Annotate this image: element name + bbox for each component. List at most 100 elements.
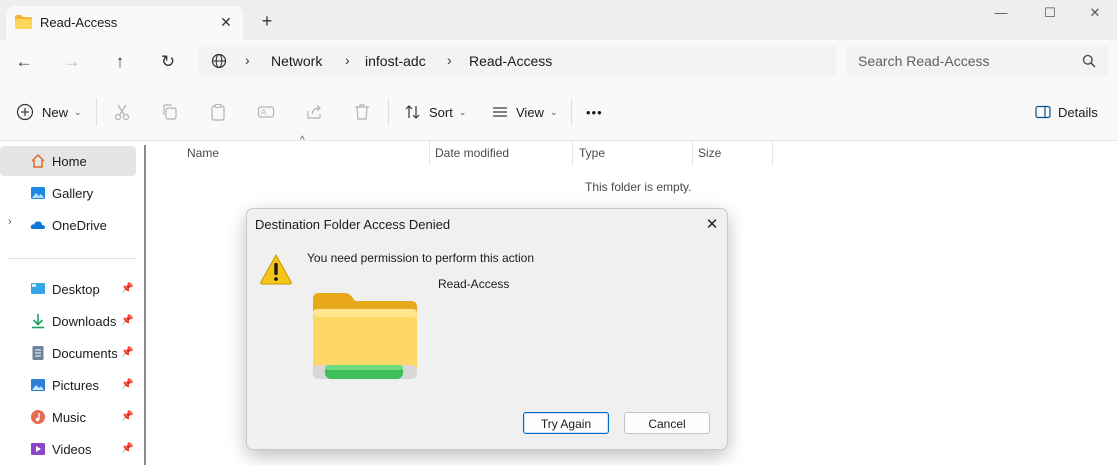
sidebar-item-home[interactable]: Home xyxy=(0,146,136,176)
toolbar-divider xyxy=(96,98,97,126)
documents-icon xyxy=(32,346,44,360)
sidebar-divider xyxy=(8,258,136,259)
column-header-date-modified[interactable]: Date modified xyxy=(429,141,572,165)
back-button[interactable]: ← xyxy=(10,49,38,75)
column-header-type[interactable]: Type xyxy=(572,141,692,165)
onedrive-icon xyxy=(30,221,45,229)
command-bar: New ⌄ A Sort ⌄ View ⌄ ••• Details xyxy=(0,84,1117,141)
sidebar-scrollbar[interactable] xyxy=(144,145,146,465)
details-button[interactable]: Details xyxy=(1034,98,1098,126)
more-options-button[interactable]: ••• xyxy=(586,98,603,126)
dialog-title: Destination Folder Access Denied xyxy=(255,217,451,232)
search-input[interactable] xyxy=(858,51,1068,71)
minimize-button[interactable]: — xyxy=(978,2,1024,24)
copy-button[interactable] xyxy=(161,98,179,126)
search-icon[interactable] xyxy=(1082,54,1096,68)
pin-icon: 📌 xyxy=(121,347,134,358)
sidebar-item-label: Videos xyxy=(52,442,92,457)
toolbar-divider xyxy=(571,98,572,126)
sort-label: Sort xyxy=(429,104,453,120)
sort-icon xyxy=(405,105,420,119)
videos-icon xyxy=(31,443,45,455)
sort-button[interactable]: Sort ⌄ xyxy=(404,98,466,126)
dialog-close-button[interactable]: ✕ xyxy=(701,215,723,235)
breadcrumb-read-access[interactable]: Read-Access xyxy=(469,53,552,69)
dialog-message: You need permission to perform this acti… xyxy=(307,251,535,265)
share-button[interactable] xyxy=(305,98,323,126)
sidebar-item-pictures[interactable]: Pictures 📌 xyxy=(0,370,136,400)
access-denied-dialog: Destination Folder Access Denied ✕ You n… xyxy=(246,208,728,450)
address-bar[interactable]: › Network › infost-adc › Read-Access xyxy=(199,45,836,77)
rename-button[interactable]: A xyxy=(257,98,275,126)
navigation-pane: Home Gallery › OneDrive Desktop 📌 Downlo… xyxy=(0,141,146,465)
warning-icon xyxy=(260,253,292,285)
network-folder-icon xyxy=(313,293,417,379)
pin-icon: 📌 xyxy=(121,283,134,294)
column-header-label: Name xyxy=(187,146,220,160)
sidebar-item-music[interactable]: Music 📌 xyxy=(0,402,136,432)
sidebar-item-gallery[interactable]: Gallery xyxy=(0,178,136,208)
view-icon xyxy=(493,107,507,117)
breadcrumb-infost-adc[interactable]: infost-adc xyxy=(365,53,426,69)
forward-button[interactable]: → xyxy=(58,49,86,75)
view-label: View xyxy=(516,104,544,120)
sidebar-item-label: Downloads xyxy=(52,314,117,329)
breadcrumb-separator[interactable]: › xyxy=(245,52,250,68)
new-button[interactable]: New ⌄ xyxy=(16,98,82,126)
maximize-button[interactable]: ☐ xyxy=(1027,2,1073,24)
breadcrumb-separator[interactable]: › xyxy=(345,52,350,68)
search-box xyxy=(846,45,1108,77)
column-header-label: Size xyxy=(698,146,722,160)
sidebar-item-documents[interactable]: Documents 📌 xyxy=(0,338,136,368)
network-globe-icon xyxy=(211,53,227,69)
pin-icon: 📌 xyxy=(121,443,134,454)
chevron-down-icon: ⌄ xyxy=(549,106,558,117)
delete-button[interactable] xyxy=(353,98,371,126)
sidebar-item-label: Pictures xyxy=(52,378,99,393)
tab-read-access[interactable]: Read-Access ✕ xyxy=(6,6,243,40)
column-header-name[interactable]: Name xyxy=(179,141,429,165)
try-again-button[interactable]: Try Again xyxy=(523,412,609,434)
cancel-button[interactable]: Cancel xyxy=(624,412,710,434)
empty-folder-message: This folder is empty. xyxy=(585,180,692,194)
scissors-icon xyxy=(114,104,130,121)
sidebar-item-label: Desktop xyxy=(52,282,100,297)
copy-icon xyxy=(163,104,177,120)
home-icon xyxy=(31,153,45,168)
refresh-button[interactable]: ↻ xyxy=(154,49,182,75)
details-pane-icon xyxy=(1035,105,1051,119)
up-button[interactable]: ↑ xyxy=(106,49,134,75)
sidebar-item-label: OneDrive xyxy=(52,218,107,233)
folder-icon xyxy=(15,15,32,29)
sidebar-item-downloads[interactable]: Downloads 📌 xyxy=(0,306,136,336)
sidebar-item-label: Home xyxy=(52,154,87,169)
pin-icon: 📌 xyxy=(121,379,134,390)
cut-button[interactable] xyxy=(113,98,131,126)
navigation-bar: ← → ↑ ↻ › Network › infost-adc › Read-Ac… xyxy=(0,40,1117,84)
window-close-button[interactable]: ✕ xyxy=(1072,2,1117,24)
expand-chevron-icon[interactable]: › xyxy=(8,216,12,228)
breadcrumb-network[interactable]: Network xyxy=(271,53,322,69)
dialog-folder-name: Read-Access xyxy=(438,277,510,291)
column-header-label: Type xyxy=(579,146,606,160)
tab-title: Read-Access xyxy=(40,15,118,30)
view-button[interactable]: View ⌄ xyxy=(491,98,558,126)
gallery-icon xyxy=(31,187,45,199)
new-tab-button[interactable]: + xyxy=(256,10,278,32)
pin-icon: 📌 xyxy=(121,411,134,422)
tab-close-icon[interactable]: ✕ xyxy=(215,11,237,33)
sidebar-item-label: Gallery xyxy=(52,186,94,201)
sidebar-item-label: Music xyxy=(52,410,86,425)
sidebar-item-onedrive[interactable]: › OneDrive xyxy=(0,210,136,240)
sidebar-item-videos[interactable]: Videos 📌 xyxy=(0,434,136,464)
pictures-icon xyxy=(31,379,45,391)
column-divider[interactable] xyxy=(772,141,773,165)
new-label: New xyxy=(42,104,69,120)
column-header-size[interactable]: Size xyxy=(692,141,772,165)
sidebar-item-label: Documents xyxy=(52,346,118,361)
breadcrumb-separator[interactable]: › xyxy=(447,52,452,68)
sidebar-item-desktop[interactable]: Desktop 📌 xyxy=(0,274,136,304)
plus-circle-icon xyxy=(16,103,34,121)
title-bar: Read-Access ✕ + — ☐ ✕ xyxy=(0,0,1117,40)
paste-button[interactable] xyxy=(209,98,227,126)
